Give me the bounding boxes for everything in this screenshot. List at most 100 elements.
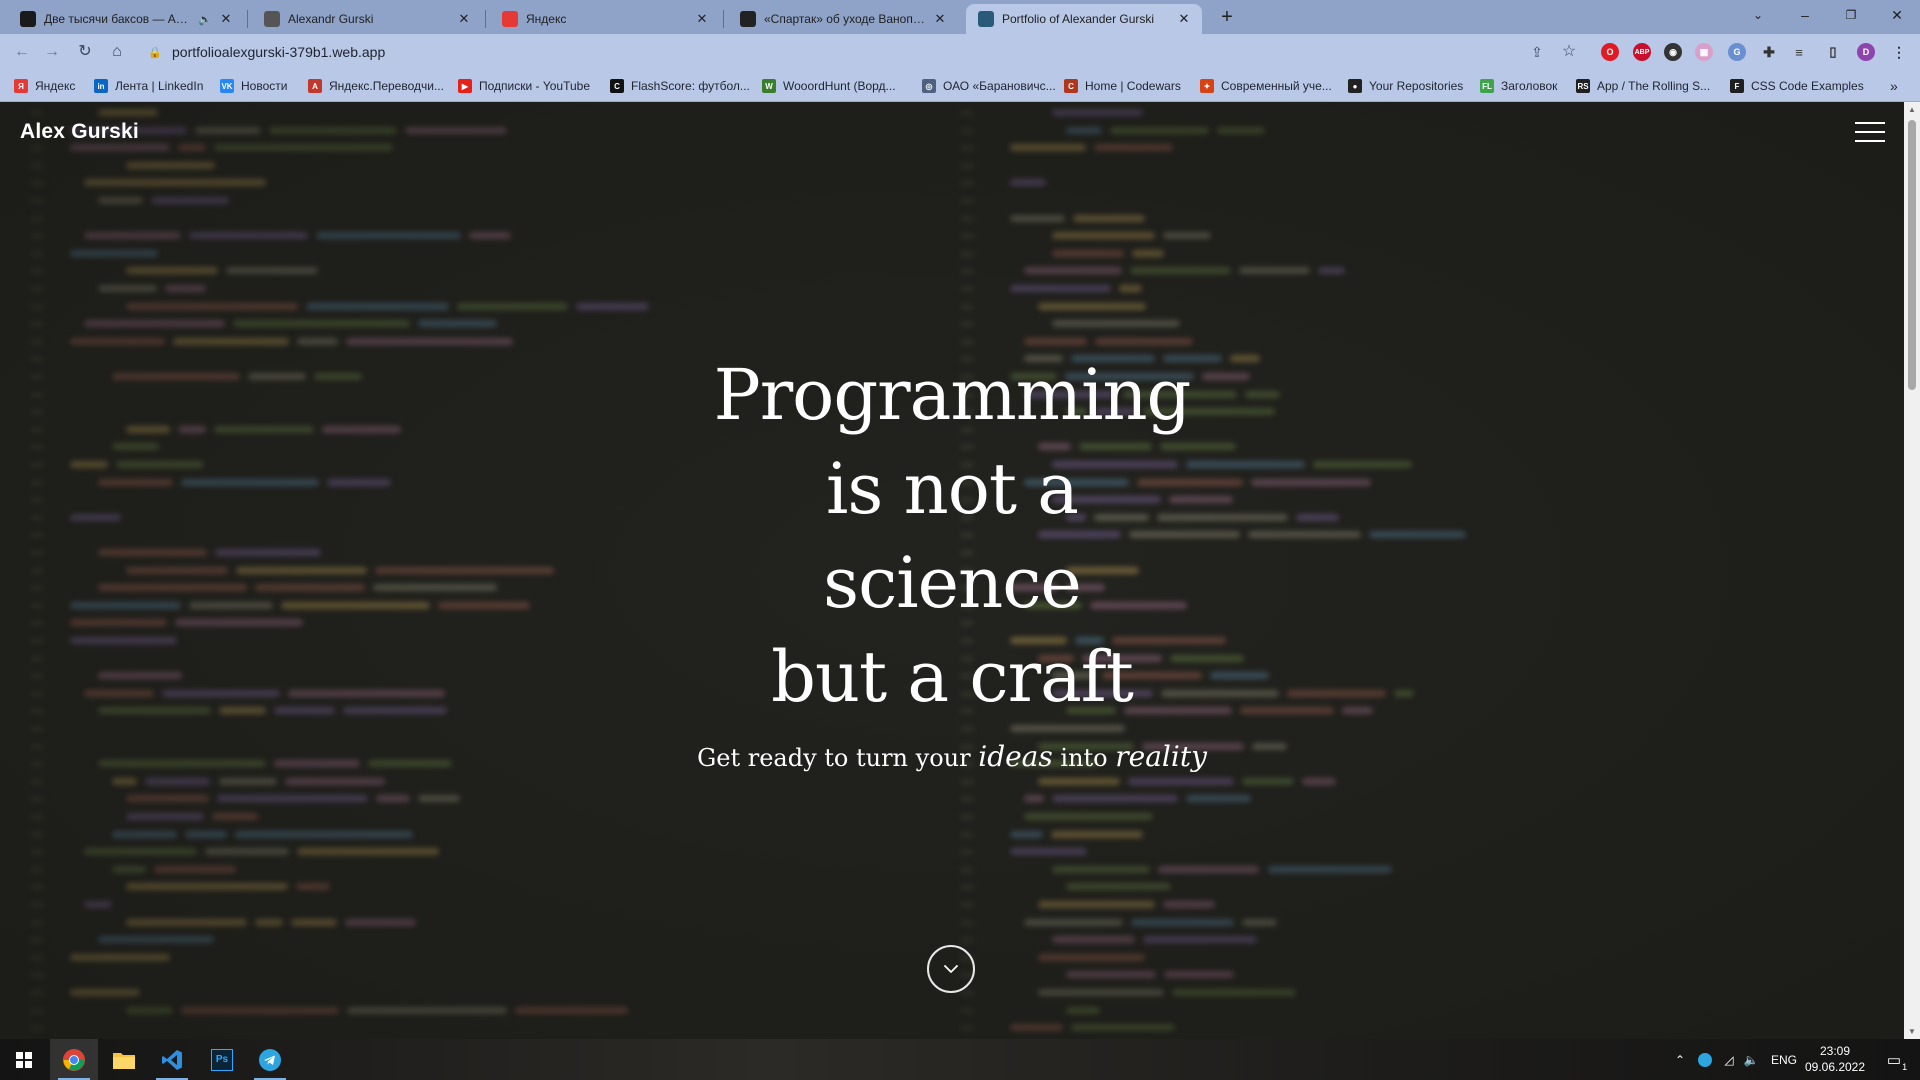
reload-button[interactable]: ↻ bbox=[73, 40, 97, 64]
tab-separator bbox=[723, 10, 724, 28]
tab-2[interactable]: Alexandr Gurski ✕ bbox=[252, 4, 482, 34]
bookmark-10[interactable]: ✦ Современный уче... bbox=[1200, 77, 1332, 95]
sync-extension-icon[interactable]: ◉ bbox=[1664, 43, 1682, 61]
tagline-ideas: ideas bbox=[978, 740, 1053, 773]
share-icon[interactable]: ⇪ bbox=[1525, 40, 1549, 64]
scroll-down-button[interactable] bbox=[927, 945, 975, 993]
folder-icon bbox=[113, 1052, 135, 1069]
bookmarks-bar: Я Яндекс in Лента | LinkedIn VK Новости A Яндек… bbox=[0, 70, 1920, 102]
tab-3[interactable]: Яндекс ✕ bbox=[490, 4, 720, 34]
extensions-puzzle-icon[interactable]: ✚ bbox=[1760, 43, 1778, 61]
page-scrollbar[interactable]: ▲ ▼ bbox=[1904, 102, 1920, 1039]
scrollbar-thumb[interactable] bbox=[1908, 120, 1916, 390]
bookmark-9[interactable]: C Home | Codewars bbox=[1064, 77, 1181, 95]
taskbar-telegram[interactable] bbox=[246, 1039, 294, 1080]
bookmark-label: Лента | LinkedIn bbox=[115, 79, 204, 93]
address-bar[interactable]: 🔒 portfolioalexgurski-379b1.web.app bbox=[140, 38, 1540, 66]
bookmark-8[interactable]: ◎ ОАО «Барановичс... bbox=[922, 77, 1056, 95]
css-examples-icon: F bbox=[1730, 79, 1744, 93]
network-icon[interactable]: ◿ bbox=[1718, 1039, 1740, 1080]
volume-icon[interactable]: 🔈 bbox=[1740, 1039, 1762, 1080]
telegram-icon bbox=[259, 1048, 281, 1071]
language-indicator[interactable]: ENG bbox=[1766, 1039, 1802, 1080]
bookmark-11[interactable]: ● Your Repositories bbox=[1348, 77, 1463, 95]
portfolio-icon bbox=[978, 11, 994, 27]
colorzilla-extension-icon[interactable]: ▦ bbox=[1695, 43, 1713, 61]
tab-close-icon[interactable]: ✕ bbox=[456, 11, 472, 27]
bookmark-4[interactable]: A Яндекс.Переводчи... bbox=[308, 77, 444, 95]
tab-5[interactable]: Portfolio of Alexander Gurski ✕ bbox=[966, 4, 1202, 34]
tagline-reality: reality bbox=[1115, 740, 1207, 773]
hamburger-menu-icon[interactable] bbox=[1855, 120, 1885, 144]
scroll-up-arrow-icon[interactable]: ▲ bbox=[1907, 105, 1917, 114]
close-window-button[interactable]: ✕ bbox=[1874, 0, 1920, 30]
forward-button[interactable]: → bbox=[40, 40, 64, 64]
side-panel-icon[interactable]: ▯ bbox=[1824, 43, 1842, 61]
address-url[interactable]: portfolioalexgurski-379b1.web.app bbox=[172, 44, 385, 60]
notification-center-icon[interactable]: ▭ 1 bbox=[1874, 1039, 1914, 1080]
taskbar-clock[interactable]: 23:09 09.06.2022 bbox=[1800, 1043, 1870, 1075]
flashscore-icon: C bbox=[610, 79, 624, 93]
bookmark-14[interactable]: F CSS Code Examples bbox=[1730, 77, 1864, 95]
globe-icon: ◎ bbox=[922, 79, 936, 93]
windows-icon bbox=[16, 1051, 32, 1068]
browser-menu-icon[interactable]: ⋮ bbox=[1890, 43, 1908, 61]
bookmark-5[interactable]: ▶ Подписки - YouTube bbox=[458, 77, 590, 95]
bookmark-1[interactable]: Я Яндекс bbox=[14, 77, 75, 95]
tab-1[interactable]: Две тысячи баксов — Алекс 🔈 ✕ bbox=[8, 4, 244, 34]
tab-close-icon[interactable]: ✕ bbox=[694, 11, 710, 27]
adblock-extension-icon[interactable]: ABP bbox=[1633, 43, 1651, 61]
more-bookmarks-button[interactable]: » bbox=[1890, 77, 1898, 95]
taskbar-photoshop[interactable]: Ps bbox=[198, 1039, 246, 1080]
bookmark-7[interactable]: W WooordHunt (Ворд... bbox=[762, 77, 896, 95]
bookmark-label: Your Repositories bbox=[1369, 79, 1464, 93]
tab-close-icon[interactable]: ✕ bbox=[932, 11, 948, 27]
profile-avatar[interactable]: D bbox=[1857, 43, 1875, 61]
tab-audio-icon[interactable]: 🔈 bbox=[198, 13, 212, 26]
restore-button[interactable]: ❐ bbox=[1828, 0, 1874, 30]
start-button[interactable] bbox=[0, 1039, 48, 1080]
minimize-button[interactable]: – bbox=[1782, 0, 1828, 30]
opera-vpn-extension-icon[interactable]: O bbox=[1601, 43, 1619, 61]
reading-list-icon[interactable]: ≡ bbox=[1790, 43, 1808, 61]
hero-title-line-4: but a craft bbox=[771, 636, 1134, 718]
bookmark-12[interactable]: FL Заголовок bbox=[1480, 77, 1557, 95]
lock-icon: 🔒 bbox=[148, 46, 162, 59]
bookmark-label: App / The Rolling S... bbox=[1597, 79, 1711, 93]
tray-overflow-chevron-icon[interactable]: ⌃ bbox=[1670, 1039, 1690, 1080]
bookmark-label: Home | Codewars bbox=[1085, 79, 1181, 93]
bookmark-13[interactable]: RS App / The Rolling S... bbox=[1576, 77, 1710, 95]
hero-title-line-3: science bbox=[823, 542, 1082, 624]
tab-4[interactable]: «Спартак» об уходе Ванопи: «К ✕ bbox=[728, 4, 958, 34]
home-button[interactable]: ⌂ bbox=[105, 40, 129, 64]
yandex-icon: Я bbox=[14, 79, 28, 93]
linkedin-icon: in bbox=[94, 79, 108, 93]
hero-title-line-1: Programming bbox=[713, 354, 1192, 436]
photoshop-icon: Ps bbox=[211, 1048, 233, 1071]
bookmark-star-icon[interactable]: ☆ bbox=[1557, 40, 1581, 64]
bookmark-2[interactable]: in Лента | LinkedIn bbox=[94, 77, 203, 95]
tab-close-icon[interactable]: ✕ bbox=[218, 11, 234, 27]
translate-extension-icon[interactable]: G bbox=[1728, 43, 1746, 61]
back-button[interactable]: ← bbox=[10, 40, 34, 64]
taskbar-chrome[interactable] bbox=[50, 1039, 98, 1080]
vk-icon: VK bbox=[220, 79, 234, 93]
bookmark-3[interactable]: VK Новости bbox=[220, 77, 287, 95]
tray-telegram-icon[interactable] bbox=[1694, 1039, 1716, 1080]
bookmark-6[interactable]: C FlashScore: футбол... bbox=[610, 77, 750, 95]
taskbar-vscode[interactable] bbox=[148, 1039, 196, 1080]
tab-close-icon[interactable]: ✕ bbox=[1176, 11, 1192, 27]
clock-time: 23:09 bbox=[1819, 1044, 1851, 1058]
tab-search-chevron-icon[interactable]: ⌄ bbox=[1735, 0, 1781, 30]
hero-tagline: Get ready to turn your ideas into realit… bbox=[0, 740, 1904, 773]
bookmark-label: FlashScore: футбол... bbox=[631, 79, 750, 93]
wooordhunt-icon: W bbox=[762, 79, 776, 93]
scroll-down-arrow-icon[interactable]: ▼ bbox=[1907, 1027, 1917, 1036]
tab-title: Две тысячи баксов — Алекс bbox=[44, 12, 195, 26]
new-tab-button[interactable]: + bbox=[1215, 6, 1239, 30]
tab-strip: Две тысячи баксов — Алекс 🔈 ✕ Alexandr Gurs… bbox=[0, 0, 1920, 34]
site-logo[interactable]: Alex Gurski bbox=[20, 120, 139, 144]
notification-count: 1 bbox=[1902, 1061, 1908, 1072]
taskbar-explorer[interactable] bbox=[100, 1039, 148, 1080]
bookmark-label: Подписки - YouTube bbox=[479, 79, 591, 93]
